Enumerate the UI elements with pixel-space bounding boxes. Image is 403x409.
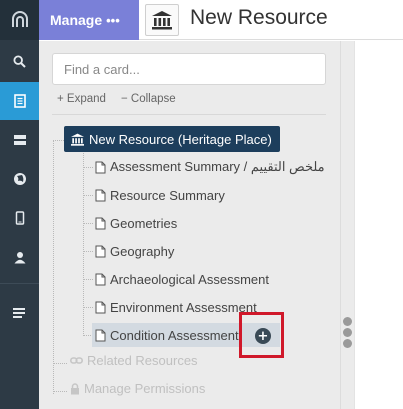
file-icon [95,189,106,201]
list-icon[interactable] [0,294,39,332]
card-editor-pane [354,41,403,409]
tree-root-node[interactable]: New Resource (Heritage Place) [64,126,280,152]
tree-node-label: Manage Permissions [84,381,206,396]
tree-node-environment-assessment[interactable]: Environment Assessment [95,296,257,318]
tree-node-manage-permissions: Manage Permissions [70,381,205,396]
tree-node-label: Geometries [110,215,178,231]
file-icon [95,329,106,341]
tree-connector [53,363,67,364]
tree-node-label: Archaeological Assessment [110,271,269,287]
file-icon [95,273,106,285]
tree-node-label: Resource Summary [110,187,225,203]
user-icon[interactable] [0,238,39,276]
manage-label: Manage [50,12,103,28]
expand-label: Expand [66,93,106,105]
tree-node-label: Condition Assessment [110,327,239,343]
card-tree-panel: Find a card... + Expand − Collapse New R… [39,41,340,409]
file-icon [95,161,106,173]
file-icon [95,301,106,313]
tree-node-assessment-summary[interactable]: Assessment Summary / ملخص التقييم [95,156,325,178]
file-icon [95,245,106,257]
search-icon[interactable] [0,42,39,80]
page-title: New Resource [190,6,328,29]
tree-connector [83,279,93,280]
tree-root-label: New Resource (Heritage Place) [89,131,272,147]
tree-connector [83,167,93,168]
tree-node-geography[interactable]: Geography [95,240,174,262]
expand-all-button[interactable]: + Expand [57,93,106,105]
expand-plus-icon: + [57,93,64,105]
tree-node-related-resources: Related Resources [70,353,198,368]
museum-icon [145,4,179,36]
panel-resize-handle[interactable] [340,41,354,409]
tree-connector [53,391,67,392]
museum-icon [71,133,84,146]
tree-connector [53,141,54,394]
tree-node-archaeological-assessment[interactable]: Archaeological Assessment [95,268,269,290]
collapse-minus-icon: − [121,93,128,105]
tree-connector [83,195,93,196]
collapse-label: Collapse [130,93,176,105]
left-nav-rail [0,0,39,409]
link-icon [70,357,83,364]
tree-connector [83,153,84,336]
tree-connector [83,223,93,224]
page-header: New Resource [139,0,403,40]
tree-node-label: Geography [110,243,175,259]
drag-dot-icon [343,317,352,326]
app-logo-icon[interactable] [0,0,39,40]
drag-dot-icon [343,328,352,337]
rail-divider [0,283,39,284]
globe-icon[interactable] [0,160,39,198]
tree-node-label: Related Resources [87,353,198,368]
mobile-icon[interactable] [0,199,39,237]
manage-button[interactable]: Manage ••• [39,0,139,40]
drag-dot-icon [343,339,352,348]
tree-connector [83,251,93,252]
tree-node-resource-summary[interactable]: Resource Summary [95,184,225,206]
resource-editor-icon[interactable] [0,82,39,120]
divider [52,114,326,115]
manage-menu-dots-icon: ••• [106,12,120,28]
tree-connector [83,307,93,308]
find-card-input[interactable]: Find a card... [52,53,326,85]
collapse-all-button[interactable]: − Collapse [121,93,176,105]
tree-connector [53,140,64,141]
database-icon[interactable] [0,121,39,159]
highlight-box [239,312,284,358]
lock-icon [71,382,79,394]
file-icon [95,217,106,229]
tree-node-geometries[interactable]: Geometries [95,212,177,234]
tree-node-label: Assessment Summary / ملخص التقييم [110,159,325,174]
tree-node-label: Environment Assessment [110,299,257,315]
